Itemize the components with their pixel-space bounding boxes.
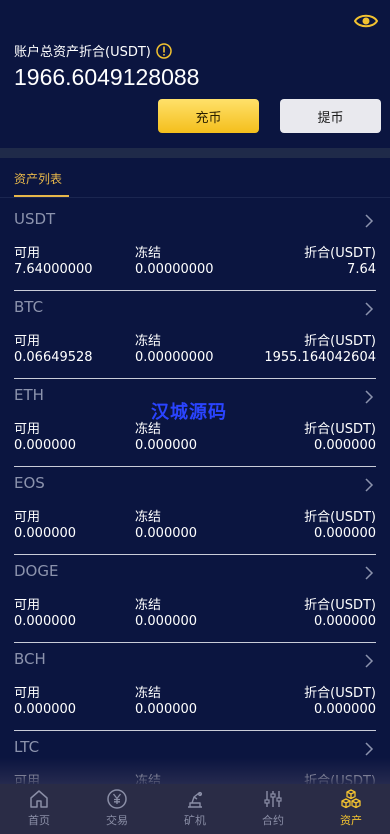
equivalent-value: 0.000000 — [313, 526, 376, 541]
eye-icon[interactable] — [354, 12, 378, 30]
available-value: 7.64000000 — [14, 262, 93, 277]
available-label: 可用 — [14, 246, 41, 261]
frozen-value: 0.000000 — [135, 438, 198, 453]
chevron-right-icon[interactable] — [365, 654, 374, 668]
frozen-value: 0.00000000 — [135, 262, 214, 277]
scroll-fade — [0, 758, 390, 784]
row-divider — [14, 730, 376, 731]
frozen-label: 冻结 — [135, 686, 162, 701]
frozen-value: 0.000000 — [135, 614, 198, 629]
equivalent-label: 折合(USDT) — [304, 422, 376, 437]
available-value: 0.06649528 — [14, 350, 93, 365]
equivalent-label: 折合(USDT) — [304, 598, 376, 613]
equivalent-label: 折合(USDT) — [304, 686, 376, 701]
tab-home-label: 首页 — [28, 814, 50, 827]
asset-name: ETH — [14, 386, 44, 404]
row-divider — [14, 554, 376, 555]
row-divider — [14, 290, 376, 291]
tab-trade-label: 交易 — [106, 814, 128, 827]
sliders-icon — [264, 791, 282, 807]
mining-machine-icon — [188, 791, 203, 808]
equivalent-value: 0.000000 — [313, 438, 376, 453]
home-icon — [30, 790, 48, 808]
frozen-label: 冻结 — [135, 510, 162, 525]
equivalent-value: 0.000000 — [313, 702, 376, 717]
tab-assets[interactable]: 资产 — [312, 784, 390, 834]
section-divider — [0, 148, 390, 158]
frozen-label: 冻结 — [135, 334, 162, 349]
asset-name: BCH — [14, 650, 46, 668]
asset-row-btc[interactable]: BTC 可用 冻结 折合(USDT) 0.06649528 0.00000000… — [14, 298, 376, 386]
tab-assets-label: 资产 — [340, 814, 362, 827]
total-assets-value: 1966.6049128088 — [14, 64, 200, 90]
chevron-right-icon[interactable] — [365, 302, 374, 316]
tab-divider — [0, 197, 390, 198]
asset-name: EOS — [14, 474, 45, 492]
available-label: 可用 — [14, 422, 41, 437]
assets-header: 账户总资产折合(USDT) 1966.6049128088 充币 提币 — [0, 0, 390, 148]
equivalent-value: 0.000000 — [313, 614, 376, 629]
chevron-right-icon[interactable] — [365, 478, 374, 492]
available-label: 可用 — [14, 598, 41, 613]
available-value: 0.000000 — [14, 526, 77, 541]
tab-contract[interactable]: 合约 — [234, 784, 312, 834]
available-value: 0.000000 — [14, 438, 77, 453]
asset-list-section: 资产列表 USDT 可用 冻结 折合(USDT) 7.64000000 0.00… — [0, 158, 390, 784]
equivalent-label: 折合(USDT) — [304, 334, 376, 349]
yen-coin-icon — [107, 789, 127, 809]
deposit-button[interactable]: 充币 — [158, 99, 259, 133]
total-assets-label: 账户总资产折合(USDT) — [14, 41, 172, 60]
watermark-text: 汉城源码 — [151, 402, 227, 423]
frozen-value: 0.00000000 — [135, 350, 214, 365]
frozen-value: 0.000000 — [135, 702, 198, 717]
available-label: 可用 — [14, 334, 41, 349]
frozen-label: 冻结 — [135, 598, 162, 613]
cubes-icon — [341, 789, 361, 809]
chevron-right-icon[interactable] — [365, 214, 374, 228]
chevron-right-icon[interactable] — [365, 566, 374, 580]
asset-name: DOGE — [14, 562, 59, 580]
tab-contract-label: 合约 — [262, 814, 284, 827]
withdraw-button[interactable]: 提币 — [280, 99, 381, 133]
equivalent-value: 7.64 — [347, 262, 376, 277]
asset-row-doge[interactable]: DOGE 可用 冻结 折合(USDT) 0.000000 0.000000 0.… — [14, 562, 376, 650]
asset-name: BTC — [14, 298, 44, 316]
row-divider — [14, 466, 376, 467]
equivalent-label: 折合(USDT) — [304, 510, 376, 525]
equivalent-label: 折合(USDT) — [304, 246, 376, 261]
row-divider — [14, 642, 376, 643]
tab-mining[interactable]: 矿机 — [156, 784, 234, 834]
asset-name: USDT — [14, 210, 56, 228]
tab-mining-label: 矿机 — [184, 814, 206, 827]
tab-asset-list[interactable]: 资产列表 — [14, 170, 62, 187]
total-assets-label-text: 账户总资产折合(USDT) — [14, 45, 151, 60]
available-label: 可用 — [14, 510, 41, 525]
frozen-value: 0.000000 — [135, 526, 198, 541]
available-value: 0.000000 — [14, 614, 77, 629]
row-divider — [14, 378, 376, 379]
equivalent-value: 1955.164042604 — [264, 350, 376, 365]
chevron-right-icon[interactable] — [365, 742, 374, 756]
asset-name: LTC — [14, 738, 40, 756]
asset-row-bch[interactable]: BCH 可用 冻结 折合(USDT) 0.000000 0.000000 0.0… — [14, 650, 376, 738]
available-label: 可用 — [14, 686, 41, 701]
frozen-label: 冻结 — [135, 246, 162, 261]
available-value: 0.000000 — [14, 702, 77, 717]
bottom-tab-bar: 首页 交易 矿机 合约 资产 — [0, 784, 390, 834]
info-icon[interactable] — [156, 42, 172, 59]
asset-row-eos[interactable]: EOS 可用 冻结 折合(USDT) 0.000000 0.000000 0.0… — [14, 474, 376, 562]
asset-row-usdt[interactable]: USDT 可用 冻结 折合(USDT) 7.64000000 0.0000000… — [14, 210, 376, 298]
chevron-right-icon[interactable] — [365, 390, 374, 404]
tab-trade[interactable]: 交易 — [78, 784, 156, 834]
tab-home[interactable]: 首页 — [0, 784, 78, 834]
